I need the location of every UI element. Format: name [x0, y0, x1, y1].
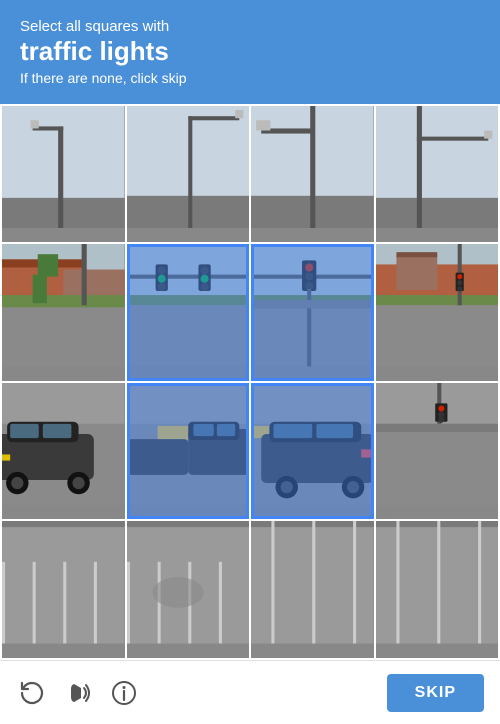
header-subtitle: Select all squares with	[20, 18, 480, 35]
footer-actions	[16, 677, 140, 709]
grid-cell-9[interactable]	[127, 383, 250, 520]
grid-cell-14[interactable]	[251, 521, 374, 658]
captcha-header: Select all squares with traffic lights I…	[0, 0, 500, 104]
audio-icon[interactable]	[62, 677, 94, 709]
captcha-grid[interactable]	[0, 104, 500, 660]
grid-cell-6[interactable]	[251, 244, 374, 381]
grid-cell-3[interactable]	[376, 106, 499, 243]
grid-cell-1[interactable]	[127, 106, 250, 243]
header-title: traffic lights	[20, 37, 480, 66]
grid-cell-8[interactable]	[2, 383, 125, 520]
grid-cell-15[interactable]	[376, 521, 499, 658]
grid-cell-7[interactable]	[376, 244, 499, 381]
grid-cell-10[interactable]	[251, 383, 374, 520]
grid-cell-12[interactable]	[2, 521, 125, 658]
captcha-footer: SKIP	[0, 660, 500, 724]
grid-cell-5[interactable]	[127, 244, 250, 381]
grid-cell-13[interactable]	[127, 521, 250, 658]
header-hint: If there are none, click skip	[20, 70, 480, 86]
info-icon[interactable]	[108, 677, 140, 709]
grid-cell-2[interactable]	[251, 106, 374, 243]
grid-cell-0[interactable]	[2, 106, 125, 243]
skip-button[interactable]: SKIP	[387, 674, 484, 712]
grid-cell-11[interactable]	[376, 383, 499, 520]
refresh-icon[interactable]	[16, 677, 48, 709]
grid-cell-4[interactable]	[2, 244, 125, 381]
